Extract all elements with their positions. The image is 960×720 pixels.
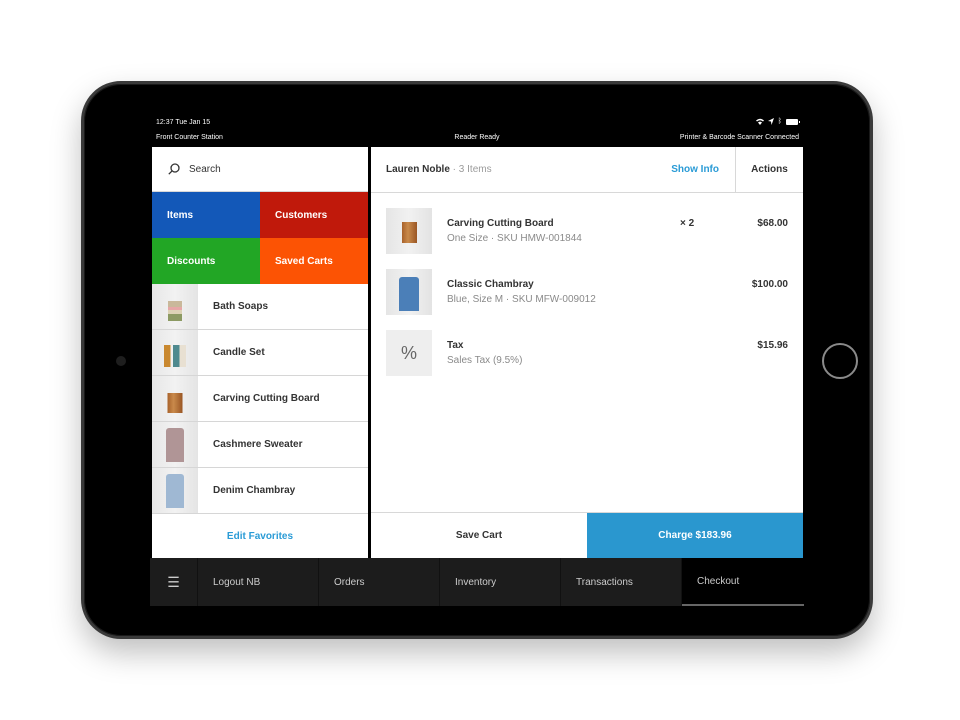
home-button[interactable]: [822, 343, 858, 379]
cart-header: Lauren Noble · 3 Items Show Info Actions: [371, 147, 803, 193]
line-item-quantity: × 2: [680, 218, 695, 229]
line-item-price: $100.00: [751, 279, 788, 290]
favorite-name: Candle Set: [213, 347, 265, 358]
cart-line-item[interactable]: Carving Cutting Board One Size · SKU HMW…: [386, 208, 788, 254]
status-icons: ᛒ: [755, 118, 800, 125]
line-item-price: $68.00: [757, 218, 788, 229]
search-input[interactable]: Search: [152, 147, 368, 192]
search-icon: [168, 163, 180, 175]
nav-tab-transactions[interactable]: Transactions: [561, 558, 682, 606]
tile-customers[interactable]: Customers: [260, 192, 368, 238]
item-count: · 3 Items: [449, 164, 492, 175]
favorite-name: Cashmere Sweater: [213, 439, 303, 450]
status-bar: 12:37 Tue Jan 15 ᛒ: [150, 115, 804, 130]
wifi-icon: [755, 118, 764, 125]
library-panel: Search Items Customers Discounts Saved C…: [152, 147, 368, 558]
tile-label: Discounts: [167, 255, 216, 267]
search-placeholder: Search: [189, 163, 221, 175]
tile-label: Saved Carts: [275, 255, 333, 267]
actions-button[interactable]: Actions: [735, 147, 803, 192]
line-item-subtitle: Sales Tax (9.5%): [447, 355, 523, 366]
favorite-item-denim-chambray[interactable]: Denim Chambray: [152, 468, 368, 514]
tile-label: Customers: [275, 209, 328, 221]
edit-favorites-button[interactable]: Edit Favorites: [152, 514, 368, 559]
candle-set-thumbnail: [152, 330, 198, 375]
line-item-subtitle: One Size · SKU HMW-001844: [447, 233, 582, 244]
favorites-list: Bath Soaps Candle Set Carving Cutting Bo…: [152, 284, 368, 514]
customer-name[interactable]: Lauren Noble · 3 Items: [386, 164, 492, 175]
cart-footer: Save Cart Charge $183.96: [371, 512, 803, 558]
tile-items[interactable]: Items: [152, 192, 260, 238]
location-icon: [767, 118, 774, 125]
favorite-name: Denim Chambray: [213, 485, 296, 496]
line-item-title: Classic Chambray: [447, 279, 534, 290]
favorite-name: Carving Cutting Board: [213, 393, 320, 404]
pos-screen: 12:37 Tue Jan 15 ᛒ Front Counter Station…: [150, 115, 804, 606]
line-item-title: Carving Cutting Board: [447, 218, 554, 229]
line-item-subtitle: Blue, Size M · SKU MFW-009012: [447, 294, 596, 305]
nav-tab-logout[interactable]: Logout NB: [198, 558, 319, 606]
favorite-name: Bath Soaps: [213, 301, 269, 312]
line-item-price: $15.96: [757, 340, 788, 351]
status-info-row: Front Counter Station Reader Ready Print…: [150, 130, 804, 147]
line-item-title: Tax: [447, 340, 464, 351]
cart-line-item-tax[interactable]: % Tax Sales Tax (9.5%) $15.96: [386, 330, 788, 376]
menu-icon[interactable]: ☰: [150, 558, 198, 606]
cutting-board-thumbnail: [386, 208, 432, 254]
peripherals-status: Printer & Barcode Scanner Connected: [679, 134, 799, 141]
battery-icon: [786, 118, 800, 125]
save-cart-button[interactable]: Save Cart: [371, 513, 587, 558]
classic-chambray-thumbnail: [386, 269, 432, 315]
favorite-item-carving-cutting-board[interactable]: Carving Cutting Board: [152, 376, 368, 422]
denim-chambray-thumbnail: [152, 468, 198, 513]
nav-tab-inventory[interactable]: Inventory: [440, 558, 561, 606]
tile-label: Items: [167, 209, 194, 221]
cart-line-item[interactable]: Classic Chambray Blue, Size M · SKU MFW-…: [386, 269, 788, 315]
cutting-board-thumbnail: [152, 376, 198, 421]
percent-icon: %: [386, 330, 432, 376]
show-info-button[interactable]: Show Info: [671, 164, 719, 175]
cart-panel: Lauren Noble · 3 Items Show Info Actions…: [371, 147, 803, 558]
bluetooth-icon: ᛒ: [777, 118, 782, 125]
favorite-item-bath-soaps[interactable]: Bath Soaps: [152, 284, 368, 330]
charge-button[interactable]: Charge $183.96: [587, 513, 803, 558]
status-time: 12:37 Tue Jan 15: [156, 119, 211, 126]
favorite-item-cashmere-sweater[interactable]: Cashmere Sweater: [152, 422, 368, 468]
tile-discounts[interactable]: Discounts: [152, 238, 260, 284]
tile-saved-carts[interactable]: Saved Carts: [260, 238, 368, 284]
cashmere-sweater-thumbnail: [152, 422, 198, 467]
bath-soaps-thumbnail: [152, 284, 198, 329]
category-tiles: Items Customers Discounts Saved Carts: [152, 192, 368, 284]
front-camera: [116, 356, 126, 366]
bottom-nav: ☰ Logout NB Orders Inventory Transaction…: [150, 558, 804, 606]
favorite-item-candle-set[interactable]: Candle Set: [152, 330, 368, 376]
nav-tab-checkout[interactable]: Checkout: [682, 558, 804, 606]
nav-tab-orders[interactable]: Orders: [319, 558, 440, 606]
customer-name-text: Lauren Noble: [386, 164, 450, 175]
